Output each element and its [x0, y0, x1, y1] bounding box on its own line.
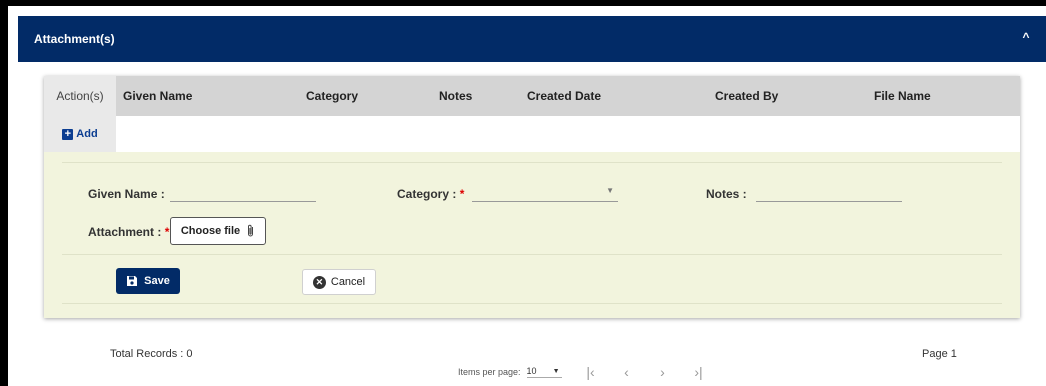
total-records: Total Records : 0: [110, 348, 193, 360]
plus-square-icon: +: [62, 128, 74, 140]
paginator: Items per page: 10 ▼ |‹ ‹ › ›|: [458, 364, 710, 380]
attachments-card: Action(s) Given Name Category Notes Crea…: [44, 76, 1020, 318]
chevron-right-icon[interactable]: ›: [652, 364, 674, 380]
close-circle-icon: ✕: [312, 275, 326, 289]
last-page-icon[interactable]: ›|: [688, 364, 710, 380]
attachment-label: Attachment : *: [88, 225, 170, 239]
divider: [62, 162, 1002, 163]
floppy-disk-icon: [127, 276, 138, 286]
choose-file-button[interactable]: Choose file: [170, 217, 266, 245]
paperclip-icon: [248, 224, 254, 237]
items-per-page-value: 10: [526, 366, 537, 376]
add-row: + Add: [44, 116, 1020, 152]
attachments-panel-header[interactable]: Attachment(s) ^: [18, 16, 1046, 62]
notes-label: Notes :: [706, 187, 747, 201]
column-header-created-by[interactable]: Created By: [715, 89, 778, 103]
panel-title: Attachment(s): [34, 32, 115, 46]
column-header-actions: Action(s): [44, 76, 116, 116]
save-button[interactable]: Save: [116, 268, 180, 294]
items-per-page-label: Items per page:: [458, 367, 521, 377]
add-label: Add: [76, 128, 98, 140]
divider: [62, 303, 1002, 304]
column-header-file-name[interactable]: File Name: [874, 89, 931, 103]
first-page-icon[interactable]: |‹: [580, 364, 602, 380]
frame: Attachment(s) ^ Action(s) Given Name Cat…: [8, 6, 1046, 386]
category-select[interactable]: ▼: [472, 184, 618, 202]
page-indicator: Page 1: [922, 348, 957, 360]
column-header-given-name[interactable]: Given Name: [123, 89, 192, 103]
given-name-input[interactable]: [170, 184, 316, 202]
chevron-up-icon[interactable]: ^: [1018, 30, 1034, 46]
given-name-label: Given Name :: [88, 187, 165, 201]
column-header-category[interactable]: Category: [306, 89, 358, 103]
chevron-left-icon[interactable]: ‹: [616, 364, 638, 380]
column-header-created-date[interactable]: Created Date: [527, 89, 601, 103]
caret-down-icon: ▼: [552, 367, 560, 375]
choose-file-label: Choose file: [180, 225, 241, 237]
notes-input[interactable]: [756, 184, 902, 202]
grid-header: Action(s) Given Name Category Notes Crea…: [44, 76, 1020, 116]
column-header-notes[interactable]: Notes: [439, 89, 472, 103]
save-label: Save: [144, 275, 170, 287]
category-label: Category : *: [397, 187, 465, 201]
add-button[interactable]: + Add: [44, 116, 116, 152]
caret-down-icon: ▼: [606, 186, 614, 195]
cancel-button[interactable]: ✕ Cancel: [302, 269, 376, 295]
cancel-label: Cancel: [330, 276, 366, 288]
items-per-page-select[interactable]: 10 ▼: [526, 366, 562, 378]
divider: [62, 254, 1002, 255]
